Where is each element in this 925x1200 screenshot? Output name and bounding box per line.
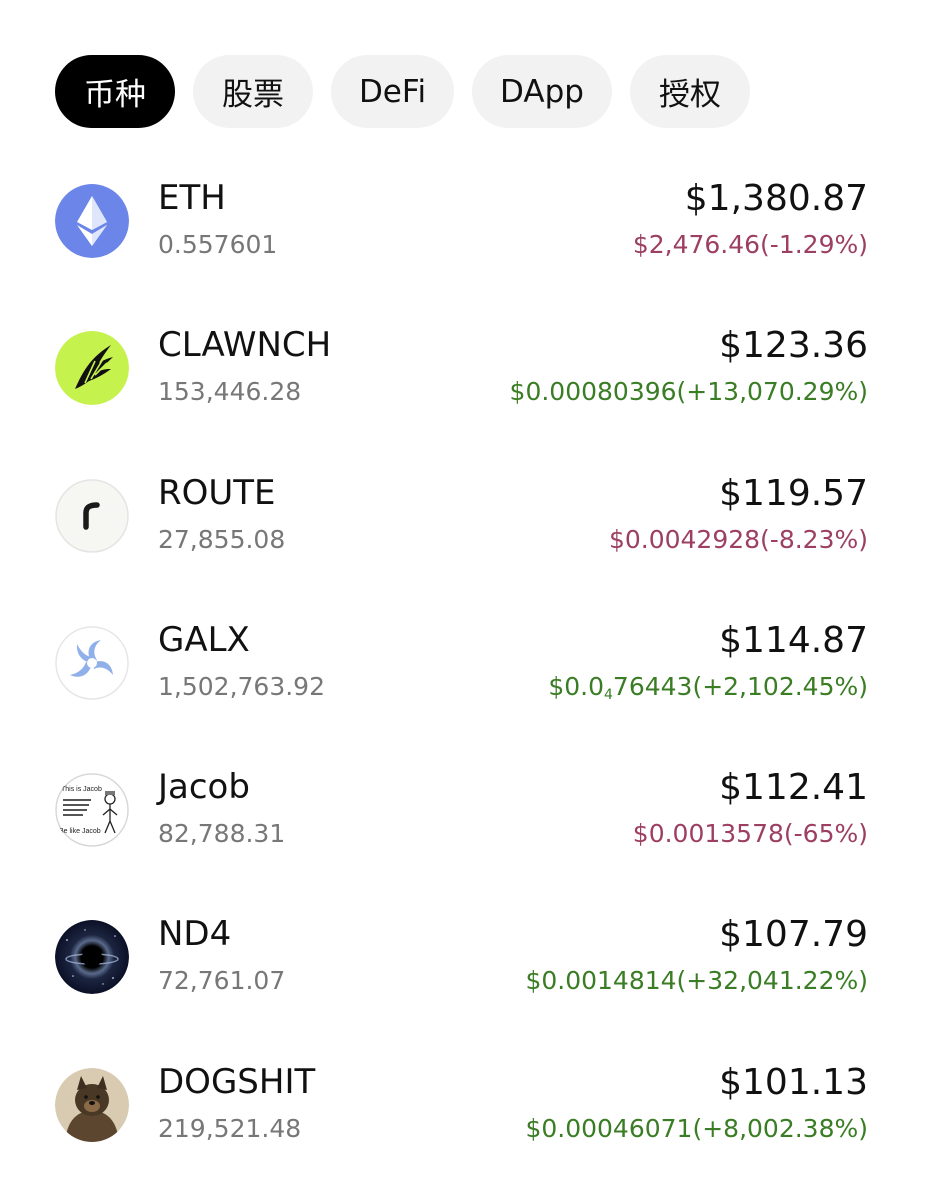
- token-amount: 27,855.08: [158, 524, 286, 554]
- token-row-jacob[interactable]: This is Jacob Be like Jacob Jacob 82,788…: [0, 749, 925, 896]
- token-row-route[interactable]: ROUTE 27,855.08 $119.57 $0.0042928(-8.23…: [0, 455, 925, 602]
- token-value: $107.79: [719, 914, 868, 956]
- token-row-clawnch[interactable]: CLAWNCH 153,446.28 $123.36 $0.00080396(+…: [0, 307, 925, 454]
- tab-tokens[interactable]: 币种: [55, 55, 175, 128]
- token-amount: 1,502,763.92: [158, 671, 325, 701]
- token-amount: 82,788.31: [158, 819, 286, 849]
- token-value: $101.13: [719, 1061, 868, 1103]
- tab-dapp[interactable]: DApp: [472, 55, 612, 128]
- token-name: CLAWNCH: [158, 325, 332, 366]
- token-price-change: $0.00080396(+13,070.29%): [509, 377, 868, 407]
- token-name: GALX: [158, 619, 250, 660]
- token-price-change: $0.00046071(+8,002.38%): [525, 1113, 868, 1143]
- svg-text:Be like Jacob: Be like Jacob: [59, 828, 101, 835]
- token-value: $114.87: [719, 619, 868, 661]
- token-row-galx[interactable]: GALX 1,502,763.92 $114.87 $0.0476443(+2,…: [0, 602, 925, 749]
- tab-approvals[interactable]: 授权: [630, 55, 750, 128]
- black-hole-icon: [55, 920, 129, 995]
- token-value: $119.57: [719, 472, 868, 514]
- token-row-nd4[interactable]: ND4 72,761.07 $107.79 $0.0014814(+32,041…: [0, 896, 925, 1043]
- route-r-icon: [55, 478, 129, 553]
- token-amount: 219,521.48: [158, 1113, 302, 1143]
- token-amount: 0.557601: [158, 230, 278, 259]
- token-value: $1,380.87: [684, 178, 868, 219]
- token-row-eth[interactable]: ETH 0.557601 $1,380.87 $2,476.46(-1.29%): [0, 160, 925, 307]
- token-price-change: $0.0014814(+32,041.22%): [525, 966, 868, 996]
- token-name: ETH: [158, 178, 226, 218]
- tab-stocks[interactable]: 股票: [193, 55, 313, 128]
- token-name: DOGSHIT: [158, 1061, 316, 1102]
- token-list: ETH 0.557601 $1,380.87 $2,476.46(-1.29%)…: [0, 160, 925, 1191]
- token-name: ROUTE: [158, 472, 276, 513]
- dog-photo-icon: [55, 1067, 129, 1142]
- jacob-meme-icon: This is Jacob Be like Jacob: [55, 773, 129, 847]
- token-amount: 153,446.28: [158, 377, 302, 407]
- token-name: Jacob: [158, 767, 250, 808]
- svg-text:This is Jacob: This is Jacob: [61, 786, 102, 793]
- token-price-change: $0.0013578(-65%): [632, 819, 868, 849]
- token-price-change: $0.0042928(-8.23%): [608, 524, 868, 554]
- token-amount: 72,761.07: [158, 966, 286, 996]
- tab-defi[interactable]: DeFi: [331, 55, 454, 128]
- wing-icon: [55, 331, 129, 406]
- token-value: $123.36: [719, 325, 868, 367]
- asset-category-tabs: 币种 股票 DeFi DApp 授权: [55, 55, 750, 128]
- token-price-change: $2,476.46(-1.29%): [632, 230, 868, 259]
- galxe-swirl-icon: [55, 626, 129, 700]
- token-name: ND4: [158, 914, 232, 955]
- token-row-dogshit[interactable]: DOGSHIT 219,521.48 $101.13 $0.00046071(+…: [0, 1044, 925, 1191]
- token-price-change: $0.0476443(+2,102.45%): [548, 671, 868, 703]
- token-value: $112.41: [719, 767, 868, 809]
- ethereum-icon: [55, 184, 129, 258]
